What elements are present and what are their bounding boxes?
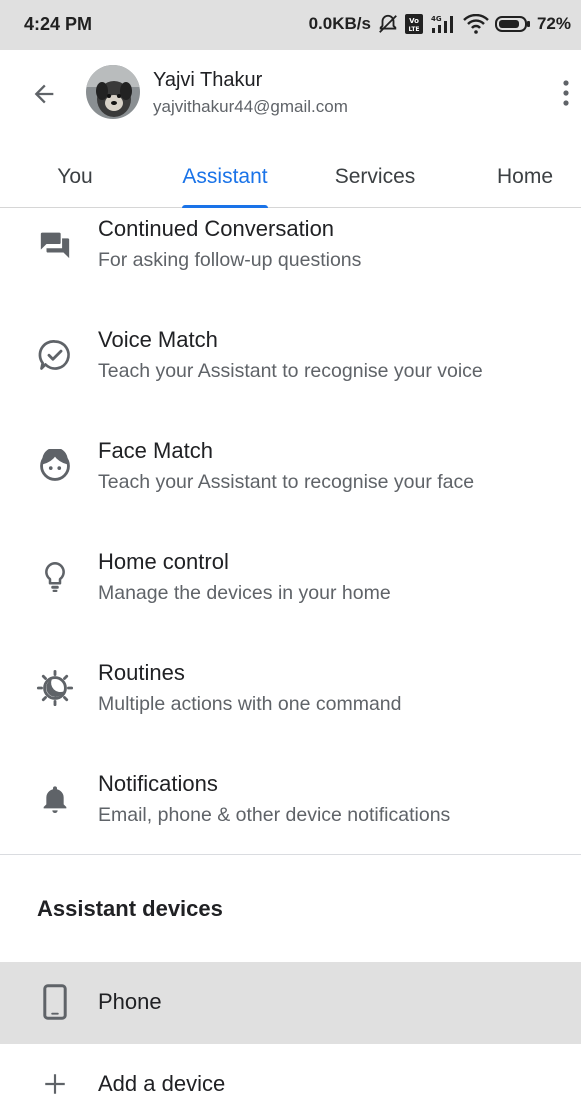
lightbulb-icon [36, 558, 74, 596]
tab-bar: You Assistant Services Home [0, 146, 581, 208]
routines-icon [36, 669, 74, 707]
setting-routines[interactable]: Routines Multiple actions with one comma… [0, 652, 581, 763]
chat-bubbles-icon [36, 225, 74, 263]
setting-title: Notifications [98, 771, 218, 796]
user-email: yajvithakur44@gmail.com [153, 97, 348, 116]
bell-icon [36, 780, 74, 818]
avatar-photo [86, 65, 140, 119]
device-row-phone[interactable]: Phone [0, 962, 581, 1044]
avatar[interactable] [86, 65, 140, 119]
device-label: Add a device [98, 1071, 226, 1096]
assistant-devices-heading: Assistant devices [37, 896, 223, 921]
tab-services[interactable]: Services [315, 146, 435, 208]
setting-continued-conversation[interactable]: Continued Conversation For asking follow… [0, 208, 581, 319]
setting-voice-match[interactable]: Voice Match Teach your Assistant to reco… [0, 319, 581, 430]
plus-icon [36, 1065, 74, 1102]
setting-subtitle: Teach your Assistant to recognise your v… [98, 360, 483, 382]
setting-face-match[interactable]: Face Match Teach your Assistant to recog… [0, 430, 581, 541]
voice-match-icon [36, 336, 74, 374]
setting-title: Routines [98, 660, 185, 685]
setting-title: Voice Match [98, 327, 218, 352]
wifi-icon [463, 14, 489, 34]
more-vert-icon [563, 80, 569, 106]
back-button[interactable] [24, 74, 64, 114]
battery-percent: 72% [536, 14, 571, 33]
svg-text:4G: 4G [431, 15, 442, 23]
setting-subtitle: Multiple actions with one command [98, 693, 402, 715]
setting-title: Home control [98, 549, 229, 574]
battery-icon [494, 15, 531, 33]
status-bar: 4:24 PM 0.0KB/s Vo LTE 4G 72% [0, 0, 581, 50]
account-header: Yajvi Thakur yajvithakur44@gmail.com You… [0, 50, 581, 208]
svg-text:Vo: Vo [409, 17, 419, 25]
setting-subtitle: Teach your Assistant to recognise your f… [98, 471, 475, 493]
setting-subtitle: Email, phone & other device notification… [98, 804, 451, 826]
setting-subtitle: For asking follow-up questions [98, 249, 362, 271]
arrow-back-icon [34, 84, 54, 104]
setting-title: Continued Conversation [98, 216, 335, 241]
setting-home-control[interactable]: Home control Manage the devices in your … [0, 541, 581, 652]
signal-4g-icon: 4G [429, 14, 457, 34]
volte-icon: Vo LTE [404, 14, 423, 34]
svg-text:LTE: LTE [408, 26, 419, 33]
status-time: 4:24 PM [24, 14, 93, 34]
device-label: Phone [98, 989, 162, 1014]
add-device-button[interactable]: Add a device [0, 1044, 581, 1102]
status-icons: 0.0KB/s Vo LTE 4G 72% [309, 13, 571, 35]
tab-you[interactable]: You [20, 146, 130, 208]
network-speed: 0.0KB/s [308, 14, 371, 33]
face-icon [36, 447, 74, 485]
user-name: Yajvi Thakur [153, 69, 263, 91]
phone-icon [36, 983, 74, 1021]
more-options-button[interactable] [552, 76, 580, 110]
tab-home[interactable]: Home [470, 146, 580, 208]
mute-alarm-icon [377, 13, 399, 35]
setting-notifications[interactable]: Notifications Email, phone & other devic… [0, 763, 581, 874]
setting-title: Face Match [98, 438, 213, 463]
setting-subtitle: Manage the devices in your home [98, 582, 391, 604]
section-divider [0, 854, 581, 855]
tab-assistant[interactable]: Assistant [165, 146, 285, 208]
